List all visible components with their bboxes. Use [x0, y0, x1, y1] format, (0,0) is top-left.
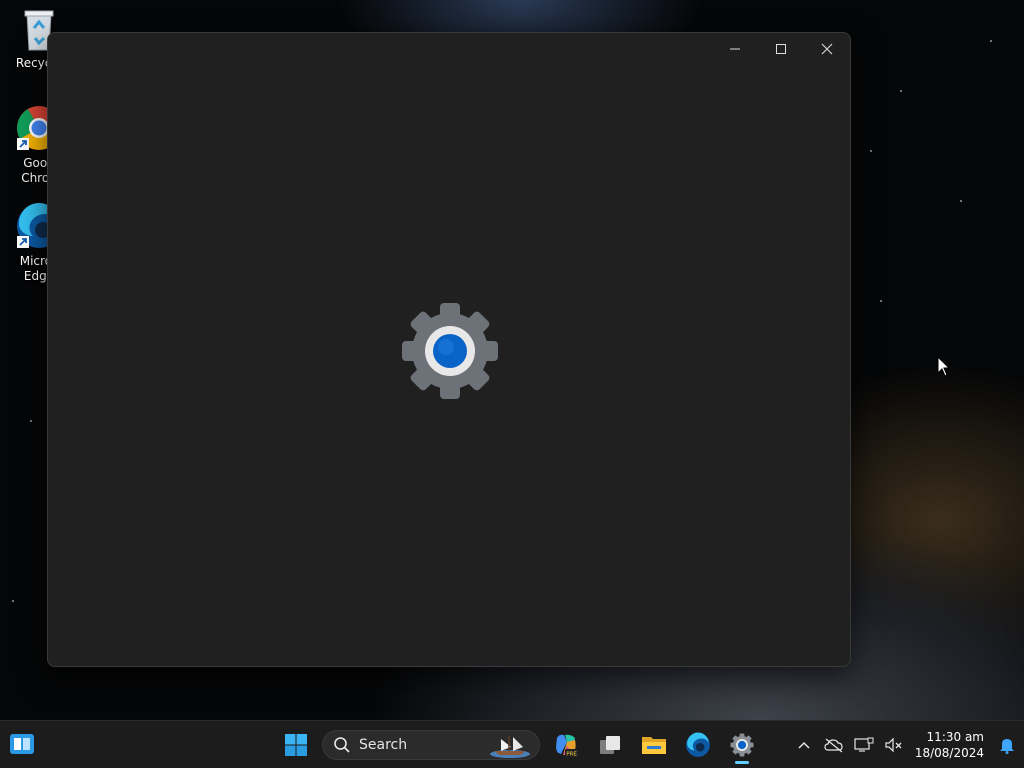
widgets-icon: [10, 734, 34, 754]
caption-buttons: [712, 33, 850, 65]
star: [30, 420, 32, 422]
windows-logo-icon: [285, 734, 307, 756]
search-input[interactable]: Search: [322, 730, 540, 760]
taskbar-edge[interactable]: [678, 725, 718, 765]
taskbar-pinned-apps: Search PRE: [274, 725, 764, 765]
task-view-icon: [600, 736, 620, 754]
notifications-button[interactable]: [990, 725, 1024, 765]
star: [900, 90, 902, 92]
taskbar-settings[interactable]: [722, 725, 762, 765]
star: [12, 600, 14, 602]
show-hidden-icons-button[interactable]: [789, 725, 819, 765]
settings-gear-icon: [402, 303, 498, 399]
star: [870, 150, 872, 152]
search-placeholder: Search: [359, 737, 408, 753]
minimize-icon: [730, 48, 740, 50]
svg-text:PRE: PRE: [566, 751, 577, 757]
volume-muted-icon: [885, 737, 902, 753]
star: [960, 200, 962, 202]
desktop-background: Recycle Goog Chron Micros Edge: [0, 0, 1024, 720]
clock-time: 11:30 am: [926, 730, 984, 744]
star: [990, 40, 992, 42]
onedrive-button[interactable]: [819, 725, 849, 765]
clock[interactable]: 11:30 am 18/08/2024: [915, 729, 984, 761]
minimize-button[interactable]: [712, 33, 758, 65]
network-icon: [854, 737, 874, 752]
taskbar: Search PRE 11:30 am 18/08/2024: [0, 720, 1024, 768]
settings-window[interactable]: [47, 32, 851, 667]
search-icon: [334, 737, 350, 753]
maximize-button[interactable]: [758, 33, 804, 65]
chevron-up-icon: [798, 741, 810, 749]
taskbar-task-view[interactable]: [590, 725, 630, 765]
maximize-icon: [776, 44, 786, 54]
clock-date: 18/08/2024: [914, 746, 984, 760]
settings-gear-icon: [730, 733, 754, 757]
network-button[interactable]: [849, 725, 879, 765]
taskbar-file-explorer[interactable]: [634, 725, 674, 765]
taskbar-copilot[interactable]: PRE: [546, 725, 586, 765]
mouse-cursor-icon: [937, 356, 951, 377]
search-highlight-ship-icon: [490, 736, 530, 758]
bell-icon: [1000, 739, 1014, 754]
cloud-offline-icon: [824, 738, 843, 753]
copilot-pre-icon: PRE: [556, 734, 578, 757]
close-button[interactable]: [804, 33, 850, 65]
widgets-button[interactable]: [8, 730, 36, 758]
volume-button[interactable]: [879, 725, 909, 765]
active-app-indicator: [735, 761, 749, 764]
star: [880, 300, 882, 302]
edge-icon: [686, 732, 710, 757]
file-explorer-icon: [642, 737, 666, 754]
start-button[interactable]: [276, 725, 316, 765]
system-tray: 11:30 am 18/08/2024: [789, 721, 1024, 769]
close-icon: [821, 43, 833, 55]
